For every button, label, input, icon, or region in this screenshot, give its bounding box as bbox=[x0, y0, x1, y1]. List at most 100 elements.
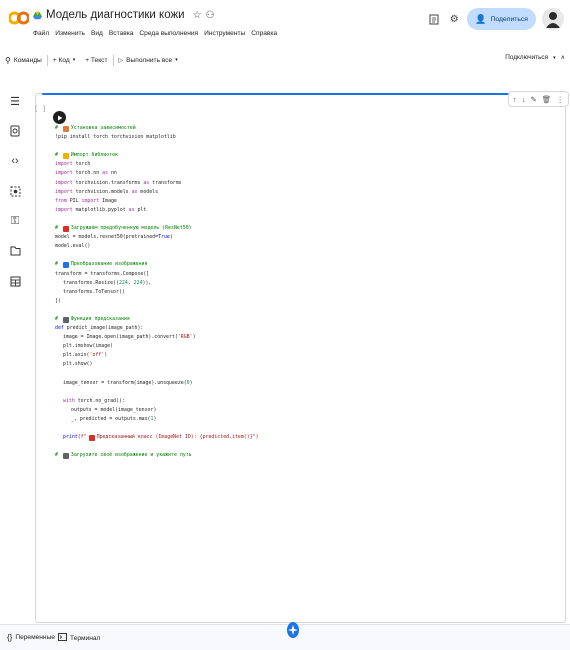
comments-icon[interactable] bbox=[427, 12, 441, 26]
more-options-icon[interactable]: ⋮ bbox=[556, 95, 564, 104]
code-token: import bbox=[55, 170, 73, 177]
app-header: Модель диагностики кожи ☆ ⚇ Файл Изменит… bbox=[0, 0, 570, 46]
star-icon[interactable]: ☆ bbox=[193, 10, 202, 21]
code-token: transform = transforms.Compose([ bbox=[55, 270, 150, 277]
code-token: import bbox=[55, 161, 73, 168]
code-token: # bbox=[55, 152, 61, 159]
run-cell-button[interactable] bbox=[53, 111, 66, 124]
code-line: # Загрузите своё изображение и укажите п… bbox=[55, 451, 560, 460]
notebook-title[interactable]: Модель диагностики кожи bbox=[46, 9, 185, 21]
bottom-bar: {} Переменные Терминал bbox=[0, 624, 570, 650]
code-token: torchvision.models bbox=[72, 188, 132, 195]
code-token: Загружаем предобученную модель (ResNet50… bbox=[70, 225, 192, 232]
code-token: !pip install torch torchvision matplotli… bbox=[55, 134, 176, 141]
move-down-icon[interactable]: ↓ bbox=[522, 95, 526, 104]
menu-view[interactable]: Вид bbox=[91, 30, 103, 37]
code-line: import torchvision.models as models bbox=[55, 188, 560, 197]
code-token: model = models.resnet50(pretrained= bbox=[55, 234, 159, 241]
code-line: # Импорт библиотек bbox=[55, 151, 560, 160]
chevron-up-icon[interactable]: ∧ bbox=[561, 54, 565, 61]
emoji-icon bbox=[88, 434, 95, 441]
files-folder-icon[interactable] bbox=[8, 244, 22, 258]
code-token: outputs = model(image_tensor) bbox=[71, 406, 157, 413]
code-line: transform = transforms.Compose([ bbox=[55, 270, 560, 279]
data-table-icon[interactable] bbox=[8, 274, 22, 288]
code-token: Импорт библиотек bbox=[70, 152, 119, 159]
code-token: # bbox=[55, 315, 61, 322]
code-line: outputs = model(image_tensor) bbox=[55, 406, 560, 415]
code-snippets-icon[interactable]: ‹› bbox=[8, 154, 22, 168]
code-editor[interactable]: # Установка зависимостей !pip install tor… bbox=[55, 124, 560, 460]
secrets-icon[interactable] bbox=[8, 184, 22, 198]
connect-button[interactable]: Подключиться bbox=[505, 54, 548, 61]
share-label: Поделиться bbox=[490, 15, 528, 23]
menu-edit[interactable]: Изменить bbox=[55, 30, 85, 37]
code-token: print bbox=[63, 434, 78, 441]
code-token: from bbox=[55, 197, 67, 204]
run-all-button[interactable]: ▷ Выполнить все ▾ bbox=[114, 57, 183, 64]
key-icon[interactable]: ⚿ bbox=[8, 214, 22, 228]
chevron-down-icon[interactable]: ▾ bbox=[553, 55, 556, 61]
code-token: torchvision.transforms bbox=[72, 179, 144, 186]
code-line: plt.axis('off') bbox=[55, 351, 560, 360]
code-token: with bbox=[63, 397, 75, 404]
move-up-icon[interactable]: ↑ bbox=[513, 95, 517, 104]
terminal-button[interactable]: Терминал bbox=[58, 633, 100, 643]
menu-file[interactable]: Файл bbox=[33, 30, 49, 37]
code-line: plt.show() bbox=[55, 360, 560, 369]
colab-logo-icon[interactable] bbox=[9, 11, 29, 25]
code-token: ) bbox=[169, 234, 173, 241]
code-token: )), bbox=[142, 279, 152, 286]
share-button[interactable]: 👤 Поделиться bbox=[467, 8, 536, 30]
table-of-contents-icon[interactable]: ☰ bbox=[8, 94, 22, 108]
edit-pen-icon[interactable]: ✎ bbox=[531, 95, 537, 104]
code-token: import bbox=[55, 206, 73, 213]
code-token: Установка зависимостей bbox=[70, 125, 136, 131]
code-token: plt.axis( bbox=[63, 352, 90, 359]
code-line: plt.imshow(image) bbox=[55, 342, 560, 351]
add-text-button[interactable]: + Текст bbox=[80, 57, 112, 64]
add-code-button[interactable]: + Код ▾ bbox=[48, 57, 80, 64]
code-token: 224 bbox=[133, 279, 143, 286]
drive-icon bbox=[33, 11, 42, 19]
left-sidebar: ☰ ‹› ⚿ bbox=[0, 88, 30, 618]
code-token: transforms.ToTensor() bbox=[63, 288, 125, 295]
code-token: import bbox=[55, 188, 73, 195]
code-token: 'RGB' bbox=[177, 334, 193, 341]
code-token: Предсказанный класс (ImageNet ID): {pred… bbox=[96, 434, 259, 441]
code-line: import torch.nn as nn bbox=[55, 169, 560, 178]
variables-label: Переменные bbox=[15, 634, 55, 641]
add-code-label: + Код bbox=[52, 56, 70, 64]
menu-help[interactable]: Справка bbox=[251, 30, 277, 37]
gemini-icon[interactable] bbox=[287, 622, 299, 638]
cell-focus-indicator bbox=[42, 93, 562, 95]
emoji-icon bbox=[62, 152, 69, 159]
header-actions: ⚙ 👤 Поделиться bbox=[427, 8, 570, 30]
variables-button[interactable]: {} Переменные bbox=[7, 633, 55, 642]
connect-area: Подключиться ▾ ∧ bbox=[505, 54, 565, 61]
chevron-down-icon: ▾ bbox=[72, 57, 76, 63]
delete-icon[interactable]: 🗑 bbox=[542, 95, 552, 104]
code-line: image_tensor = transform(image).unsqueez… bbox=[55, 379, 560, 388]
code-token: 224 bbox=[118, 279, 128, 286]
settings-gear-icon[interactable]: ⚙ bbox=[447, 12, 461, 26]
menu-insert[interactable]: Вставка bbox=[109, 30, 134, 37]
code-line: ]) bbox=[55, 297, 560, 306]
code-token: torch.nn bbox=[72, 170, 103, 177]
code-line: transforms.Resize((224, 224)), bbox=[55, 279, 560, 288]
menu-runtime[interactable]: Среда выполнения bbox=[139, 30, 198, 37]
play-icon: ▷ bbox=[118, 57, 124, 64]
code-token: plt.imshow(image) bbox=[63, 343, 114, 350]
avatar[interactable] bbox=[542, 8, 564, 30]
commands-button[interactable]: ⚲ Команды bbox=[0, 56, 47, 65]
code-line: !pip install torch torchvision matplotli… bbox=[55, 133, 560, 142]
search-doc-icon[interactable] bbox=[8, 124, 22, 138]
menu-tools[interactable]: Инструменты bbox=[204, 30, 245, 37]
people-icon[interactable]: ⚇ bbox=[206, 10, 215, 21]
code-token: transforms bbox=[149, 179, 182, 186]
code-token: transforms.Resize(( bbox=[63, 279, 119, 286]
